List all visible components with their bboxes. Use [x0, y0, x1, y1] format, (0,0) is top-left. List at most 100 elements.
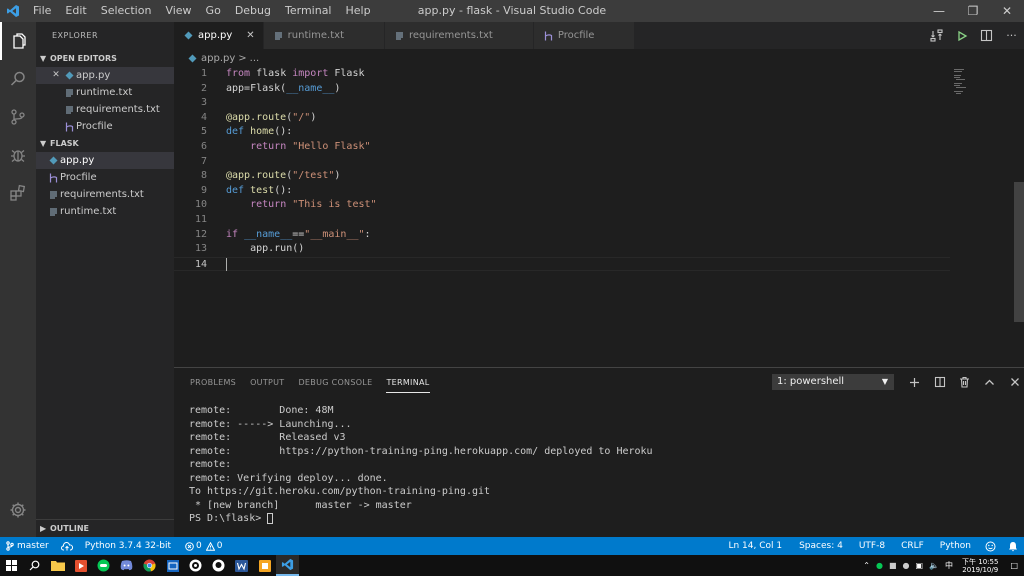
code-line[interactable]: 4 @app.route("/") [174, 111, 950, 126]
code-line[interactable]: 13 app.run() [174, 242, 950, 257]
notifications-bell-icon[interactable] [1002, 537, 1024, 555]
code-line[interactable]: 7 [174, 155, 950, 170]
file-tree-item[interactable]: requirements.txt [36, 186, 174, 203]
code-line[interactable]: 8 @app.route("/test") [174, 169, 950, 184]
panel-tab-terminal[interactable]: TERMINAL [386, 373, 430, 393]
menu-selection[interactable]: Selection [94, 0, 159, 22]
indentation[interactable]: Spaces: 4 [791, 537, 851, 555]
kill-terminal-icon[interactable] [952, 374, 977, 390]
search-icon[interactable] [0, 60, 36, 98]
problems-status[interactable]: 0 0 [177, 537, 228, 555]
open-editor-item[interactable]: runtime.txt [36, 84, 174, 101]
branch-status[interactable]: master [0, 537, 55, 555]
code-line[interactable]: 11 [174, 213, 950, 228]
menu-go[interactable]: Go [199, 0, 228, 22]
word-icon[interactable] [230, 555, 253, 576]
terminal-prompt-line[interactable]: PS D:\flask> [189, 512, 653, 526]
ime-indicator[interactable]: 中 [942, 560, 956, 571]
vscode-taskbar-icon[interactable] [276, 555, 299, 576]
code-editor[interactable]: 1 from flask import Flask 2 app=Flask(__nam… [174, 67, 1024, 367]
restore-icon[interactable]: ❐ [956, 0, 990, 22]
terminal-app-icon[interactable] [161, 555, 184, 576]
notes-app-icon[interactable] [253, 555, 276, 576]
network-icon[interactable]: ▣ [913, 561, 927, 570]
sync-status[interactable] [55, 537, 79, 555]
code-line[interactable]: 5 def home(): [174, 125, 950, 140]
tray-app-icon[interactable]: ■ [886, 561, 900, 570]
notification-center-icon[interactable]: □ [1004, 561, 1024, 570]
panel-tab-problems[interactable]: PROBLEMS [190, 373, 236, 392]
run-icon[interactable] [949, 30, 974, 42]
terminal-output[interactable]: remote: Done: 48M remote: -----> Launchin… [189, 404, 653, 526]
folder-header[interactable]: ▼ FLASK [36, 135, 174, 152]
code-line[interactable]: 1 from flask import Flask [174, 67, 950, 82]
more-actions-icon[interactable]: ··· [999, 29, 1024, 42]
close-icon[interactable]: ✕ [50, 67, 62, 84]
python-interpreter[interactable]: Python 3.7.4 32-bit [79, 537, 177, 555]
split-editor-icon[interactable] [974, 29, 999, 42]
file-tree-item[interactable]: Procfile [36, 169, 174, 186]
open-editor-item[interactable]: Procfile [36, 118, 174, 135]
line-ending[interactable]: CRLF [893, 537, 932, 555]
taskbar-clock[interactable]: 下午 10:55 2019/10/9 [956, 558, 1004, 574]
extensions-icon[interactable] [0, 174, 36, 212]
panel-tab-output[interactable]: OUTPUT [250, 373, 284, 392]
settings-gear-icon[interactable] [0, 491, 36, 529]
language-mode[interactable]: Python [932, 537, 979, 555]
menu-debug[interactable]: Debug [228, 0, 278, 22]
discord-icon[interactable] [115, 555, 138, 576]
file-explorer-icon[interactable] [46, 555, 69, 576]
open-editors-header[interactable]: ▼ OPEN EDITORS [36, 50, 174, 67]
close-window-icon[interactable]: ✕ [990, 0, 1024, 22]
code-line[interactable]: 6 return "Hello Flask" [174, 140, 950, 155]
code-line[interactable]: 2 app=Flask(__name__) [174, 82, 950, 97]
tab-requirements-txt[interactable]: requirements.txt [385, 22, 534, 49]
encoding[interactable]: UTF-8 [851, 537, 893, 555]
code-line[interactable]: 14 [174, 256, 950, 272]
file-tree-item[interactable]: runtime.txt [36, 203, 174, 220]
tab-runtime-txt[interactable]: runtime.txt [263, 22, 385, 49]
breadcrumb-rest[interactable]: ... [250, 53, 260, 64]
menu-file[interactable]: File [26, 0, 58, 22]
cursor-position[interactable]: Ln 14, Col 1 [719, 537, 791, 555]
compare-changes-icon[interactable] [924, 29, 949, 42]
editor-scrollbar[interactable] [1014, 182, 1024, 322]
tray-expand-icon[interactable]: ⌃ [860, 561, 873, 570]
tab-procfile[interactable]: Procfile [533, 22, 636, 49]
taskbar-search-icon[interactable] [23, 555, 46, 576]
volume-icon[interactable]: 🔈 [926, 561, 942, 570]
feedback-icon[interactable] [979, 537, 1002, 555]
github-icon[interactable] [207, 555, 230, 576]
explorer-icon[interactable] [0, 22, 36, 60]
open-editor-item[interactable]: ✕ app.py [36, 67, 174, 84]
tray-line-icon[interactable]: ● [873, 561, 886, 570]
code-line[interactable]: 10 return "This is test" [174, 198, 950, 213]
debug-icon[interactable] [0, 136, 36, 174]
file-tree-item[interactable]: app.py [36, 152, 174, 169]
code-line[interactable]: 3 [174, 96, 950, 111]
tray-app2-icon[interactable]: ● [900, 561, 913, 570]
split-terminal-icon[interactable] [927, 374, 952, 390]
open-editor-item[interactable]: requirements.txt [36, 101, 174, 118]
minimize-icon[interactable]: — [922, 0, 956, 22]
media-player-icon[interactable] [69, 555, 92, 576]
line-app-icon[interactable] [92, 555, 115, 576]
obs-icon[interactable] [184, 555, 207, 576]
new-terminal-icon[interactable] [902, 374, 927, 390]
source-control-icon[interactable] [0, 98, 36, 136]
maximize-panel-icon[interactable] [977, 374, 1002, 390]
close-tab-icon[interactable]: ✕ [246, 30, 254, 41]
code-line[interactable]: 12 if __name__=="__main__": [174, 228, 950, 243]
menu-view[interactable]: View [158, 0, 198, 22]
terminal-select[interactable]: 1: powershell ▼ [772, 374, 894, 390]
menu-terminal[interactable]: Terminal [278, 0, 339, 22]
minimap[interactable] [950, 67, 1010, 367]
menu-edit[interactable]: Edit [58, 0, 93, 22]
tab-app-py[interactable]: app.py ✕ [174, 22, 264, 49]
windows-start-icon[interactable] [0, 555, 23, 576]
outline-header[interactable]: ▶ OUTLINE [36, 519, 174, 537]
menu-help[interactable]: Help [339, 0, 378, 22]
panel-tab-debug-console[interactable]: DEBUG CONSOLE [298, 373, 372, 392]
code-line[interactable]: 9 def test(): [174, 184, 950, 199]
chrome-icon[interactable] [138, 555, 161, 576]
